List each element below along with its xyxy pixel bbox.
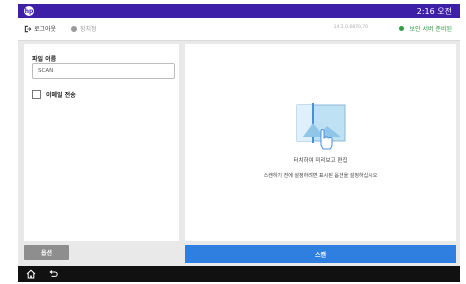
logout-button[interactable]: 로그아웃	[24, 24, 56, 33]
sub-header: 로그아웃 장치정 14.2.0.6870.70 보안 서버 준비된	[18, 18, 460, 41]
settings-panel: 파일 이름 SCAN 이메일 전송	[24, 44, 179, 241]
scan-preview-icon	[296, 103, 346, 150]
home-icon[interactable]	[26, 269, 36, 279]
file-name-input[interactable]: SCAN	[32, 63, 175, 79]
secure-server-status: 보안 서버 준비된	[398, 24, 452, 33]
status-dot-icon	[71, 25, 77, 32]
top-status-bar: hp 2:16 오전	[18, 4, 460, 18]
email-checkbox[interactable]	[32, 90, 41, 99]
clock: 2:16 오전	[416, 7, 452, 16]
preview-panel[interactable]: 터치하여 미리보고 편집 스캔하기 전에 설정하려면 표시된 옵션을 설정하십시…	[185, 44, 456, 241]
secure-dot-icon	[398, 26, 404, 31]
ip-address: 14.2.0.6870.70	[333, 25, 368, 30]
preview-description: 스캔하기 전에 설정하려면 표시된 옵션을 설정하십시오	[263, 173, 378, 179]
bottom-nav-bar	[18, 266, 460, 282]
scan-button[interactable]: 스캔	[185, 245, 456, 263]
hp-logo-icon: hp	[24, 6, 34, 16]
printer-screen: hp 2:16 오전 로그아웃 장치정 14.2.0.6870.70 보안 서버…	[18, 4, 460, 282]
preview-title: 터치하여 미리보고 편집	[293, 158, 348, 164]
file-name-label: 파일 이름	[32, 56, 57, 63]
back-icon[interactable]	[48, 269, 58, 279]
email-checkbox-label: 이메일 전송	[46, 92, 76, 99]
logout-label: 로그아웃	[34, 26, 57, 33]
device-status-tab[interactable]: 장치정	[71, 24, 97, 33]
options-button[interactable]: 옵션	[24, 245, 69, 260]
secure-label: 보안 서버 준비된	[409, 26, 452, 33]
email-checkbox-row[interactable]: 이메일 전송	[32, 90, 76, 99]
logout-icon	[24, 25, 32, 32]
status-label: 장치정	[80, 26, 97, 33]
